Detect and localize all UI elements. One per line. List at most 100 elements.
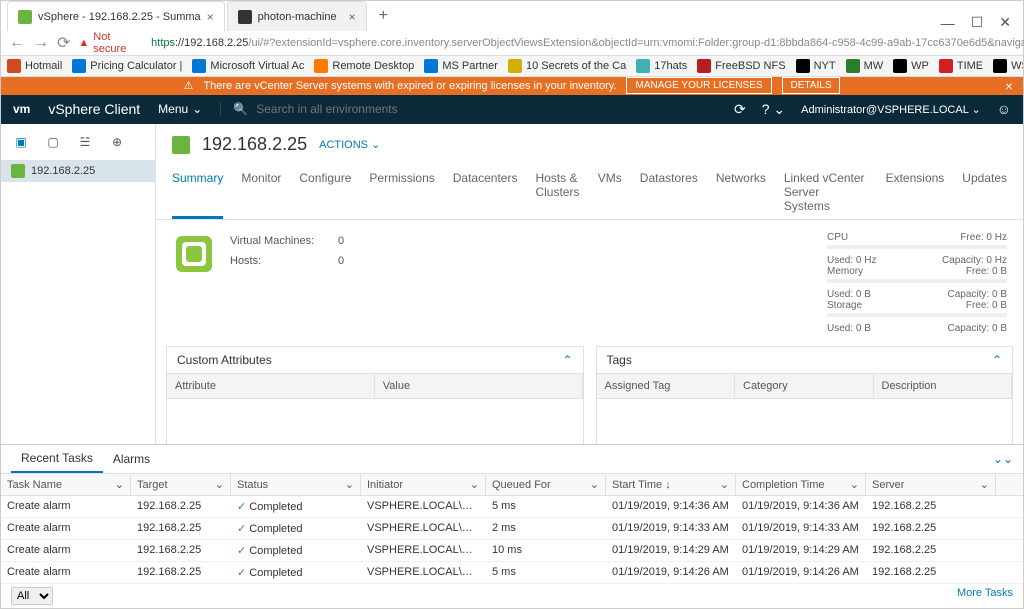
tab-extensions[interactable]: Extensions [886, 165, 945, 219]
tab-datacenters[interactable]: Datacenters [453, 165, 518, 219]
tab-networks[interactable]: Networks [716, 165, 766, 219]
user-menu[interactable]: Administrator@VSPHERE.LOCAL ⌄ [801, 103, 981, 116]
tab-vms[interactable]: VMs [598, 165, 622, 219]
browser-title-bar: vSphere - 192.168.2.25 - Summa × photon-… [1, 1, 1023, 31]
col-description[interactable]: Description [874, 373, 1013, 399]
maximize-icon[interactable]: ☐ [971, 14, 984, 31]
col-start-time[interactable]: Start Time ↓⌄ [606, 474, 736, 495]
cell-initiator: VSPHERE.LOCAL\machine-7... [361, 518, 486, 539]
client-title: vSphere Client [48, 101, 140, 117]
bookmark-item[interactable]: Microsoft Virtual Ac [192, 59, 304, 73]
tab-alarms[interactable]: Alarms [103, 446, 160, 472]
forward-icon[interactable]: → [33, 34, 49, 52]
bookmark-favicon [697, 59, 711, 73]
bookmark-label: Pricing Calculator | [90, 60, 182, 72]
tags-panel: Tags⌃ Assigned Tag Category Description … [596, 346, 1014, 444]
bookmark-item[interactable]: FreeBSD NFS [697, 59, 785, 73]
details-button[interactable]: DETAILS [782, 77, 841, 94]
browser-tab-photon[interactable]: photon-machine × [227, 1, 367, 31]
bookmark-item[interactable]: Remote Desktop [314, 59, 414, 73]
new-tab-button[interactable]: + [369, 1, 398, 31]
bookmark-favicon [796, 59, 810, 73]
col-target[interactable]: Target⌄ [131, 474, 231, 495]
bookmark-item[interactable]: Pricing Calculator | [72, 59, 182, 73]
col-assigned-tag[interactable]: Assigned Tag [597, 373, 736, 399]
help-icon[interactable]: ? ⌄ [762, 101, 785, 118]
bookmark-item[interactable]: NYT [796, 59, 836, 73]
search-input[interactable] [256, 102, 456, 116]
bookmark-label: 10 Secrets of the Ca [526, 60, 626, 72]
cell-completion: 01/19/2019, 9:14:26 AM [736, 562, 866, 583]
collapse-icon[interactable]: ⌃ [562, 353, 572, 367]
search-icon[interactable]: 🔍 [233, 102, 248, 116]
reload-icon[interactable]: ⟳ [57, 33, 70, 53]
bookmark-item[interactable]: 10 Secrets of the Ca [508, 59, 626, 73]
bookmark-label: MW [864, 60, 884, 72]
back-icon[interactable]: ← [9, 34, 25, 52]
menu-dropdown[interactable]: Menu ⌄ [158, 102, 202, 116]
cell-task-name: Create alarm [1, 518, 131, 539]
vms-templates-icon[interactable]: ▢ [45, 134, 61, 150]
task-row[interactable]: Create alarm192.168.2.25✓ CompletedVSPHE… [1, 518, 1023, 540]
address-bar[interactable]: ▲Not secure https://192.168.2.25/ui/#?ex… [78, 31, 1024, 55]
bookmark-item[interactable]: WP [893, 59, 929, 73]
expand-icon[interactable]: ⌄⌄ [993, 452, 1013, 466]
filter-dropdown[interactable]: All [11, 587, 53, 605]
close-icon[interactable]: × [349, 10, 356, 24]
tab-updates[interactable]: Updates [962, 165, 1007, 219]
col-value[interactable]: Value [375, 373, 583, 399]
col-initiator[interactable]: Initiator⌄ [361, 474, 486, 495]
smiley-icon[interactable]: ☺ [997, 101, 1011, 117]
tab-recent-tasks[interactable]: Recent Tasks [11, 445, 103, 473]
actions-dropdown[interactable]: ACTIONS ⌄ [319, 138, 380, 151]
more-tasks-link[interactable]: More Tasks [957, 587, 1013, 605]
collapse-icon[interactable]: ⌃ [992, 353, 1002, 367]
task-row[interactable]: Create alarm192.168.2.25✓ CompletedVSPHE… [1, 540, 1023, 562]
tab-datastores[interactable]: Datastores [640, 165, 698, 219]
minimize-icon[interactable]: — [941, 15, 955, 31]
tab-configure[interactable]: Configure [299, 165, 351, 219]
refresh-icon[interactable]: ⟳ [734, 101, 746, 118]
storage-icon[interactable]: ☱ [77, 134, 93, 150]
bookmark-favicon [846, 59, 860, 73]
col-server[interactable]: Server⌄ [866, 474, 996, 495]
tab-hosts-clusters[interactable]: Hosts & Clusters [535, 165, 579, 219]
tree-vcenter-node[interactable]: 192.168.2.25 [1, 160, 155, 182]
cell-server: 192.168.2.25 [866, 496, 996, 517]
manage-licenses-button[interactable]: MANAGE YOUR LICENSES [626, 77, 771, 94]
bookmark-item[interactable]: WSJ [993, 59, 1023, 73]
bookmark-item[interactable]: Hotmail [7, 59, 62, 73]
check-icon: ✓ [237, 545, 246, 557]
tab-linked-vcenter-server-systems[interactable]: Linked vCenter Server Systems [784, 165, 868, 219]
col-status[interactable]: Status⌄ [231, 474, 361, 495]
col-task-name[interactable]: Task Name⌄ [1, 474, 131, 495]
bookmark-item[interactable]: 17hats [636, 59, 687, 73]
tab-permissions[interactable]: Permissions [369, 165, 434, 219]
bookmark-item[interactable]: MS Partner [424, 59, 498, 73]
networking-icon[interactable]: ⊕ [109, 134, 125, 150]
sort-desc-icon: ↓ [665, 479, 671, 491]
col-attribute[interactable]: Attribute [167, 373, 375, 399]
browser-tab-vsphere[interactable]: vSphere - 192.168.2.25 - Summa × [7, 1, 225, 31]
task-row[interactable]: Create alarm192.168.2.25✓ CompletedVSPHE… [1, 562, 1023, 584]
cell-queued: 5 ms [486, 496, 606, 517]
tab-summary[interactable]: Summary [172, 165, 223, 219]
bookmark-label: MS Partner [442, 60, 498, 72]
task-row[interactable]: Create alarm192.168.2.25✓ CompletedVSPHE… [1, 496, 1023, 518]
close-icon[interactable]: × [1005, 78, 1013, 94]
close-window-icon[interactable]: ✕ [999, 14, 1011, 31]
vm-count-label: Virtual Machines: [230, 232, 330, 252]
bookmark-label: TIME [957, 60, 983, 72]
close-icon[interactable]: × [207, 10, 214, 24]
col-completion-time[interactable]: Completion Time⌄ [736, 474, 866, 495]
bookmark-item[interactable]: TIME [939, 59, 983, 73]
col-queued[interactable]: Queued For⌄ [486, 474, 606, 495]
bookmarks-bar: Hotmail Pricing Calculator | Microsoft Vir… [1, 56, 1023, 77]
hosts-clusters-icon[interactable]: ▣ [13, 134, 29, 150]
bookmark-item[interactable]: MW [846, 59, 884, 73]
cell-task-name: Create alarm [1, 540, 131, 561]
not-secure-badge[interactable]: ▲Not secure [78, 31, 145, 55]
tab-monitor[interactable]: Monitor [241, 165, 281, 219]
cell-target: 192.168.2.25 [131, 540, 231, 561]
col-category[interactable]: Category [735, 373, 874, 399]
